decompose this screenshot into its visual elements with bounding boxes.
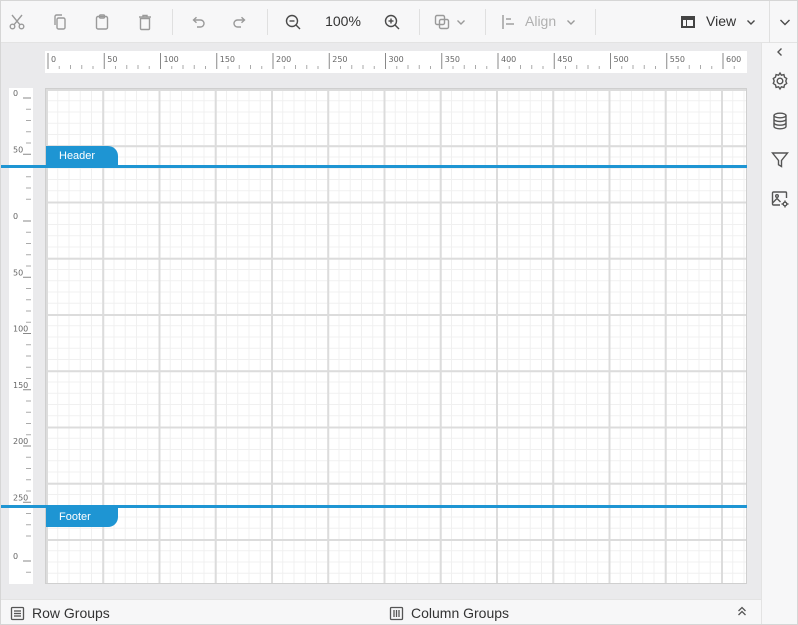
column-groups-icon [389, 606, 404, 620]
arrange-dropdown[interactable] [429, 7, 471, 37]
ruler-label: 350 [445, 55, 460, 64]
header-band-tag[interactable]: Header [46, 146, 118, 166]
undo-icon [192, 16, 205, 28]
ruler-label: 200 [13, 437, 28, 446]
zoom-in-button[interactable] [377, 7, 407, 37]
ruler-label: 450 [557, 55, 572, 64]
report-designer: 100% Align View 0 50 100 150 200 250 300… [0, 0, 798, 625]
ruler-label: 150 [13, 381, 28, 390]
toolbar-separator [595, 9, 596, 35]
ruler-label: 200 [276, 55, 291, 64]
toolbar-overflow-toggle[interactable] [772, 7, 797, 37]
ruler-label: 100 [13, 325, 28, 334]
ruler-label: 100 [164, 55, 179, 64]
toolbar-separator [769, 1, 770, 43]
toolbar-separator [419, 9, 420, 35]
redo-icon [233, 16, 246, 28]
ruler-label: 50 [13, 145, 23, 154]
vertical-ruler: 0 50 0 50 100 150 200 250 0 [9, 88, 33, 584]
ruler-label: 400 [501, 55, 516, 64]
chevron-down-icon [567, 20, 575, 25]
image-settings-button[interactable] [764, 183, 796, 215]
footer-band-tag[interactable]: Footer [46, 507, 118, 527]
zoom-out-icon [285, 14, 301, 30]
expand-groups-button[interactable] [735, 604, 749, 618]
view-dropdown-toggle[interactable] [739, 7, 763, 37]
toolbar-separator [267, 9, 268, 35]
data-sources-icon [773, 112, 787, 130]
ruler-label: 0 [13, 89, 18, 98]
column-groups-button[interactable]: Column Groups [389, 605, 509, 621]
row-groups-label: Row Groups [32, 605, 110, 621]
horizontal-ruler-ticks: 0 50 100 150 200 250 300 350 400 450 500 550 600 [47, 53, 741, 69]
ruler-label: 600 [726, 55, 741, 64]
vertical-ruler-ticks: 0 50 0 50 100 150 200 250 0 [13, 89, 31, 573]
zoom-in-icon [384, 14, 400, 30]
delete-icon [139, 14, 151, 31]
align-icon [502, 15, 514, 29]
chevron-down-icon [747, 20, 755, 25]
chevron-down-icon [457, 20, 465, 25]
arrange-icon [434, 14, 450, 30]
ruler-label: 50 [107, 55, 117, 64]
double-chevron-up-icon [738, 606, 746, 616]
toolbar: 100% Align View [1, 1, 797, 43]
redo-button[interactable] [225, 7, 255, 37]
align-dropdown-toggle[interactable] [559, 7, 583, 37]
ruler-label: 300 [389, 55, 404, 64]
ruler-label: 550 [670, 55, 685, 64]
collapse-panel-button[interactable] [764, 41, 796, 63]
data-sources-button[interactable] [764, 105, 796, 137]
groups-bar: Row Groups Column Groups [1, 599, 761, 624]
view-icon-button[interactable] [673, 7, 703, 37]
image-settings-icon [771, 191, 789, 208]
zoom-out-button[interactable] [278, 7, 308, 37]
align-dropdown-label[interactable]: Align [525, 13, 556, 29]
paste-button[interactable] [87, 7, 117, 37]
cut-icon [9, 14, 25, 30]
view-dropdown-label[interactable]: View [706, 13, 736, 29]
toolbar-separator [485, 9, 486, 35]
cut-button[interactable] [2, 7, 32, 37]
horizontal-ruler: 0 50 100 150 200 250 300 350 400 450 500 550 600 [45, 51, 747, 73]
delete-button[interactable] [130, 7, 160, 37]
ruler-label: 250 [332, 55, 347, 64]
copy-button[interactable] [45, 7, 75, 37]
row-groups-button[interactable]: Row Groups [10, 605, 110, 621]
filter-icon [771, 152, 789, 168]
ruler-label: 0 [13, 212, 18, 221]
toolbar-separator [172, 9, 173, 35]
ruler-label: 150 [220, 55, 235, 64]
paste-icon [95, 14, 109, 30]
view-layout-icon [681, 16, 695, 28]
ruler-label: 0 [51, 55, 56, 64]
ruler-label: 0 [13, 552, 18, 561]
collapse-chevron-icon [777, 48, 782, 56]
filter-button[interactable] [764, 144, 796, 176]
copy-icon [54, 14, 66, 30]
row-groups-icon [10, 606, 25, 620]
settings-button[interactable] [764, 65, 796, 97]
properties-side-panel [761, 43, 797, 624]
ruler-label: 500 [614, 55, 629, 64]
zoom-level: 100% [325, 13, 361, 29]
column-groups-label: Column Groups [411, 605, 510, 621]
chevron-down-icon [780, 19, 790, 26]
align-icon-button[interactable] [494, 7, 524, 37]
report-design-surface[interactable] [45, 88, 747, 584]
ruler-label: 50 [13, 268, 23, 277]
ruler-label: 250 [13, 493, 28, 502]
undo-button[interactable] [183, 7, 213, 37]
settings-icon [772, 71, 788, 91]
